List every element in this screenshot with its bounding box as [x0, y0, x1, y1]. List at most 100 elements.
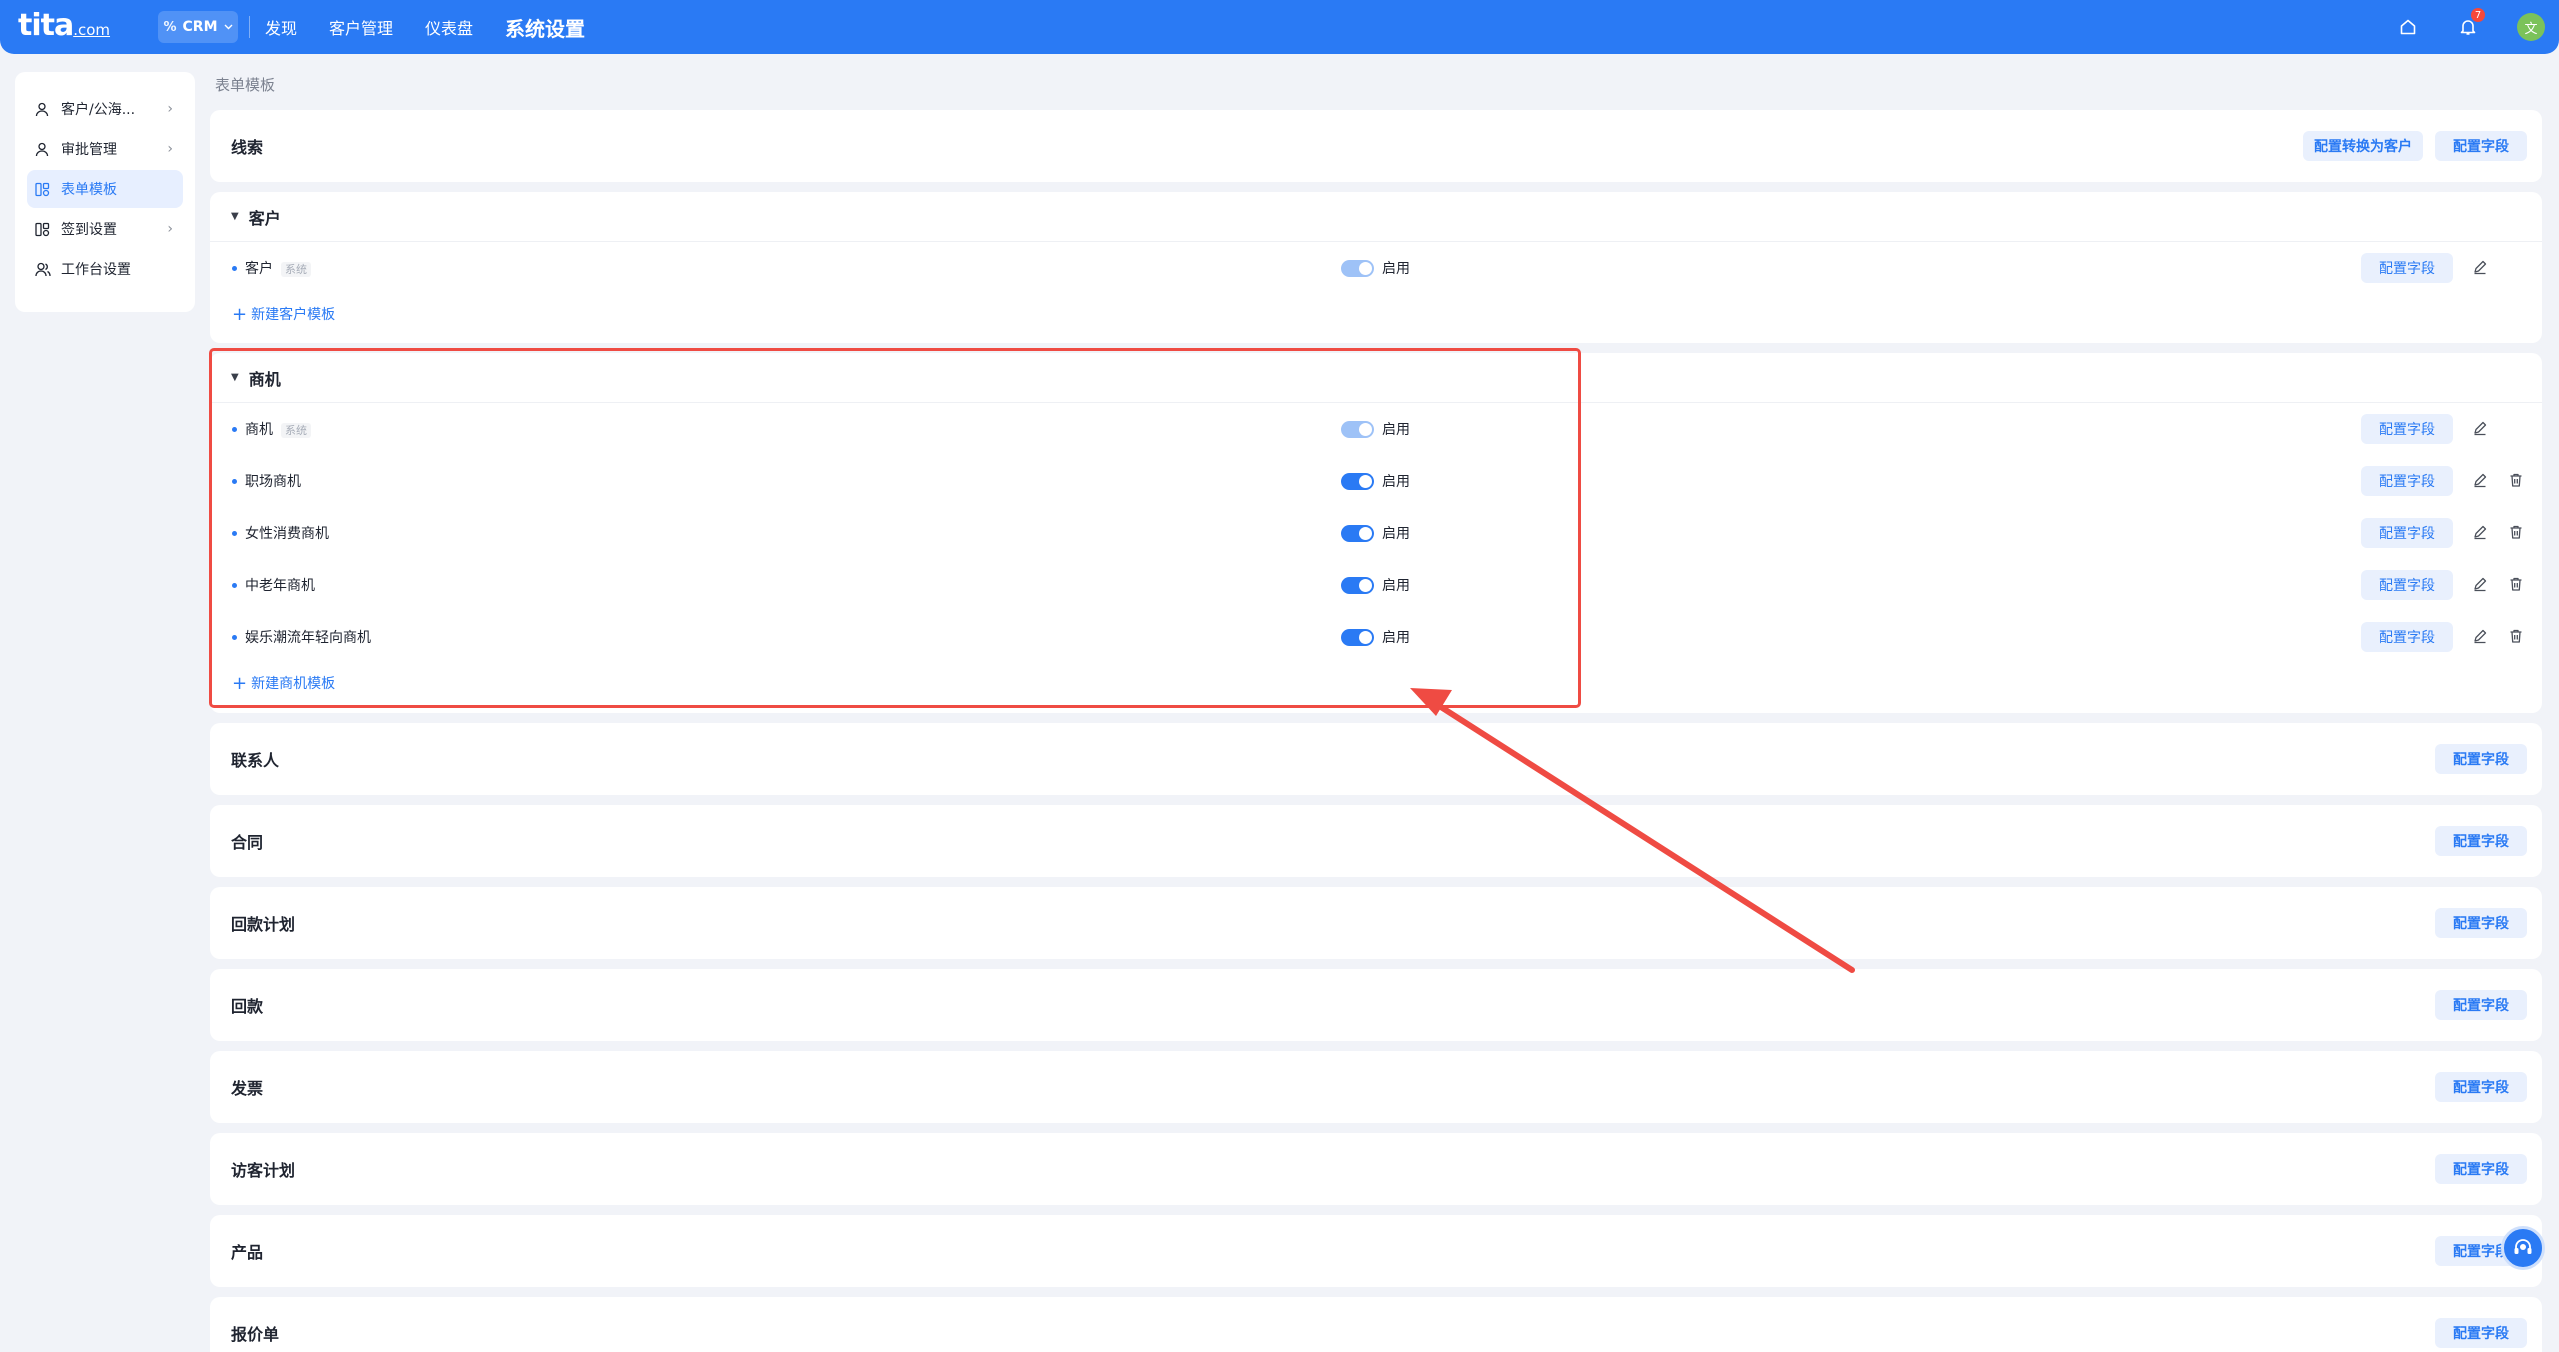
config-fields-button[interactable]: 配置字段 [2361, 414, 2453, 444]
section-header: 报价单 配置字段 [210, 1297, 2542, 1352]
chevron-right-icon: › [167, 101, 173, 117]
headset-icon [2514, 1239, 2532, 1254]
edit-icon[interactable] [2472, 472, 2490, 490]
section-header[interactable]: ▼ 商机 [210, 353, 2542, 403]
section-header: 产品 配置字段 [210, 1215, 2542, 1287]
enable-toggle[interactable] [1341, 524, 1374, 542]
edit-icon[interactable] [2472, 259, 2490, 277]
sidebar-item-checkin-settings[interactable]: 签到设置 › [27, 210, 183, 248]
notification-badge: 7 [2471, 8, 2485, 22]
add-link-label: 新建商机模板 [251, 676, 336, 692]
edit-icon[interactable] [2472, 576, 2490, 594]
add-opportunity-template-link[interactable]: + 新建商机模板 [210, 663, 2542, 703]
bullet-dot [232, 634, 237, 640]
convert-to-customer-button[interactable]: 配置转换为客户 [2303, 131, 2423, 161]
status-label: 启用 [1382, 578, 1410, 594]
tita-logo[interactable]: tita.com [18, 8, 110, 43]
customer-service-button[interactable] [2501, 1226, 2545, 1270]
section-title: 线索 [231, 138, 264, 157]
bullet-dot [232, 426, 237, 432]
logo-suffix: .com [73, 21, 111, 39]
plus-icon: + [232, 672, 248, 694]
bullet-dot [232, 582, 237, 588]
status-label: 启用 [1382, 422, 1410, 438]
template-row: 商机 系统 启用 配置字段 [210, 403, 2542, 455]
sidebar-item-workbench-settings[interactable]: 工作台设置 [27, 250, 183, 288]
config-fields-button[interactable]: 配置字段 [2435, 1154, 2527, 1184]
section-payment-plan: 回款计划 配置字段 [210, 887, 2542, 959]
config-fields-button[interactable]: 配置字段 [2361, 253, 2453, 283]
config-fields-button[interactable]: 配置字段 [2361, 622, 2453, 652]
status-label: 启用 [1382, 474, 1410, 490]
config-fields-button[interactable]: 配置字段 [2361, 570, 2453, 600]
section-title: 客户 [248, 208, 281, 228]
section-visit-plan: 访客计划 配置字段 [210, 1133, 2542, 1205]
config-fields-button[interactable]: 配置字段 [2361, 466, 2453, 496]
sidebar-item-customer-pool[interactable]: 客户/公海... › [27, 90, 183, 128]
template-icon [35, 182, 55, 197]
add-customer-template-link[interactable]: + 新建客户模板 [210, 294, 2542, 334]
section-opportunity: ▼ 商机 商机 系统 启用 配置字段 职场商机 启用 配置字段 女性消费商机 启用… [210, 353, 2542, 713]
user-icon [35, 102, 55, 117]
avatar[interactable]: 文 [2517, 13, 2545, 41]
template-row: 女性消费商机 启用 配置字段 [210, 507, 2542, 559]
app-icon: % [163, 19, 177, 35]
sidebar-item-form-templates[interactable]: 表单模板 [27, 170, 183, 208]
config-fields-button[interactable]: 配置字段 [2435, 908, 2527, 938]
sidebar-item-label: 审批管理 [61, 142, 117, 158]
sidebar-item-label: 工作台设置 [61, 262, 131, 278]
enable-toggle[interactable] [1341, 472, 1374, 490]
chevron-right-icon: › [167, 141, 173, 157]
sidebar-item-label: 客户/公海... [61, 102, 136, 118]
section-invoice: 发票 配置字段 [210, 1051, 2542, 1123]
edit-icon[interactable] [2472, 628, 2490, 646]
people-icon [35, 262, 55, 277]
section-header: 发票 配置字段 [210, 1051, 2542, 1123]
section-header[interactable]: ▼ 客户 [210, 192, 2542, 242]
config-fields-button[interactable]: 配置字段 [2435, 826, 2527, 856]
nav-dashboard[interactable]: 仪表盘 [425, 15, 473, 39]
section-header: 联系人 配置字段 [210, 723, 2542, 795]
config-fields-button[interactable]: 配置字段 [2435, 744, 2527, 774]
sidebar-item-approval[interactable]: 审批管理 › [27, 130, 183, 168]
enable-toggle [1341, 259, 1374, 277]
edit-icon[interactable] [2472, 420, 2490, 438]
template-name-text: 客户 [245, 261, 273, 277]
main-nav: 发现 客户管理 仪表盘 系统设置 [265, 0, 617, 54]
trash-icon[interactable] [2508, 576, 2526, 594]
page-title: 表单模板 [215, 76, 276, 94]
home-icon[interactable] [2397, 16, 2419, 38]
config-fields-button[interactable]: 配置字段 [2361, 518, 2453, 548]
section-title: 合同 [231, 833, 264, 852]
enable-toggle [1341, 420, 1374, 438]
config-fields-button[interactable]: 配置字段 [2435, 1072, 2527, 1102]
trash-icon[interactable] [2508, 628, 2526, 646]
app-switcher[interactable]: % CRM [158, 11, 238, 43]
trash-icon[interactable] [2508, 524, 2526, 542]
section-payment: 回款 配置字段 [210, 969, 2542, 1041]
enable-toggle[interactable] [1341, 576, 1374, 594]
logo-text: tita [18, 8, 74, 43]
status-label: 启用 [1382, 630, 1410, 646]
section-lead: 线索 配置转换为客户 配置字段 [210, 110, 2542, 182]
sidebar-item-label: 表单模板 [61, 182, 117, 198]
section-title: 产品 [231, 1243, 264, 1262]
section-title: 报价单 [231, 1325, 280, 1344]
config-fields-button[interactable]: 配置字段 [2435, 1318, 2527, 1348]
template-row: 娱乐潮流年轻向商机 启用 配置字段 [210, 611, 2542, 663]
bell-icon[interactable]: 7 [2457, 8, 2485, 38]
nav-discover[interactable]: 发现 [265, 15, 297, 39]
section-title: 回款 [231, 997, 264, 1016]
plus-icon: + [232, 303, 248, 325]
bullet-dot [232, 265, 237, 271]
enable-toggle[interactable] [1341, 628, 1374, 646]
trash-icon[interactable] [2508, 472, 2526, 490]
section-title: 发票 [231, 1079, 264, 1098]
nav-customer-management[interactable]: 客户管理 [329, 15, 393, 39]
config-fields-button[interactable]: 配置字段 [2435, 131, 2527, 161]
config-fields-button[interactable]: 配置字段 [2435, 990, 2527, 1020]
status-label: 启用 [1382, 261, 1410, 277]
sidebar: 客户/公海... › 审批管理 › 表单模板 签到设置 › 工作台设置 [15, 72, 195, 312]
edit-icon[interactable] [2472, 524, 2490, 542]
nav-system-settings[interactable]: 系统设置 [505, 13, 585, 42]
